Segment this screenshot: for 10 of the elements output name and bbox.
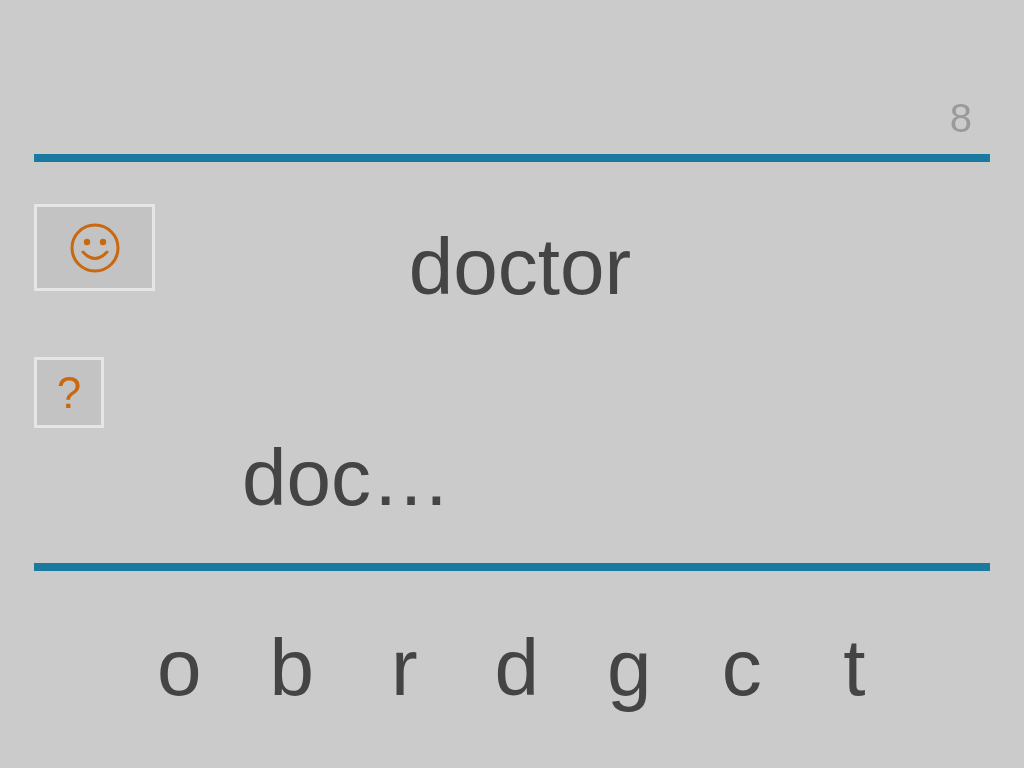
- smiley-button[interactable]: [34, 204, 155, 291]
- letter-choice[interactable]: t: [843, 628, 866, 708]
- letter-choice[interactable]: r: [390, 628, 418, 708]
- word-text: doctor: [408, 227, 632, 307]
- letter-choice[interactable]: o: [157, 628, 202, 708]
- letter-choice[interactable]: d: [494, 628, 539, 708]
- letter-choice[interactable]: c: [721, 628, 762, 708]
- smiley-icon: [69, 222, 120, 273]
- letter-choice[interactable]: b: [269, 628, 314, 708]
- answer-text: doc…: [242, 438, 451, 518]
